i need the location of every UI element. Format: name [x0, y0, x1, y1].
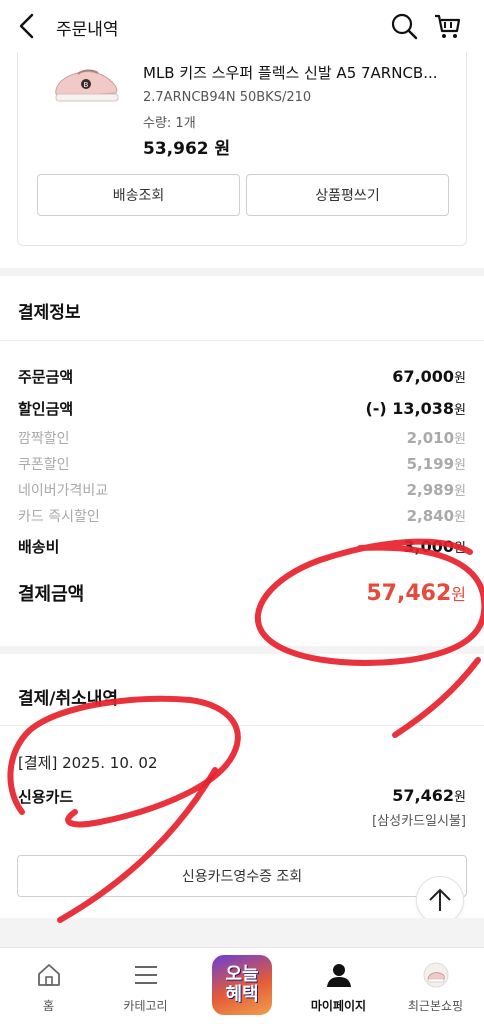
discount-subitem-row: 네이버가격비교 2,989원	[18, 480, 466, 500]
product-quantity: 수량: 1개	[143, 116, 196, 131]
nav-home[interactable]: 홈	[0, 948, 97, 1024]
tracking-button[interactable]: 배송조회	[37, 174, 240, 216]
total-label: 결제금액	[18, 584, 85, 605]
currency-label: 원	[454, 510, 466, 525]
currency-label: 원	[454, 432, 466, 447]
today-benefit-line1: 오늘	[225, 964, 259, 985]
discount-row: 할인금액 (-) 13,038원	[18, 398, 466, 419]
product-option: 2.7ARNCB94N 50BKS/210	[143, 90, 312, 105]
order-amount-label: 주문금액	[18, 368, 74, 386]
payment-method-row: 신용카드 57,462원	[18, 786, 466, 807]
currency-label: 원	[454, 403, 466, 418]
search-icon[interactable]	[390, 12, 418, 40]
product-card: 쉐보 B MLB 키즈 스우퍼 플렉스 신발 A5 7ARNCB... 2.7A…	[17, 34, 467, 246]
payment-history-title: 결제/취소내역	[18, 689, 119, 709]
payment-method-label: 신용카드	[18, 788, 74, 806]
arrow-up-icon	[429, 888, 451, 911]
discount-subitem-label: 네이버가격비교	[18, 483, 109, 499]
shipping-value: 3,000	[403, 537, 455, 556]
payment-date: [결제] 2025. 10. 02	[18, 754, 158, 772]
discount-subitem-value: 5,199	[406, 455, 455, 473]
discount-subitem-row: 쿠폰할인 5,199원	[18, 454, 466, 474]
discount-subitem-row: 카드 즉시할인 2,840원	[18, 506, 466, 526]
product-name[interactable]: MLB 키즈 스우퍼 플렉스 신발 A5 7ARNCB...	[143, 62, 453, 83]
section-divider	[0, 918, 484, 947]
scroll-to-top-button[interactable]	[416, 876, 464, 924]
discount-subitem-row: 깜짝할인 2,010원	[18, 428, 466, 448]
discount-subitem-value: 2,989	[406, 481, 455, 499]
nav-mypage[interactable]: 마이페이지	[290, 948, 387, 1024]
svg-text:B: B	[84, 81, 89, 89]
discount-subitem-label: 카드 즉시할인	[18, 509, 100, 525]
today-benefit-line2: 혜택	[225, 984, 259, 1005]
nav-mypage-label: 마이페이지	[310, 999, 367, 1013]
write-review-button[interactable]: 상품평쓰기	[246, 174, 449, 216]
discount-subitem-label: 쿠폰할인	[18, 457, 70, 473]
currency-label: 원	[451, 585, 466, 604]
card-detail: [삼성카드일시불]	[372, 814, 466, 829]
total-value: 57,462	[366, 581, 452, 606]
discount-label: 할인금액	[18, 400, 74, 418]
back-chevron-icon[interactable]	[14, 12, 42, 40]
payment-info-title: 결제정보	[18, 303, 81, 323]
nav-recent-label: 최근본쇼핑	[407, 999, 464, 1013]
order-amount-row: 주문금액 67,000원	[18, 366, 466, 387]
today-benefit-button[interactable]: 오늘 혜택	[212, 955, 272, 1015]
discount-subitem-value: 2,010	[406, 429, 455, 447]
cart-icon[interactable]	[434, 12, 462, 40]
home-icon	[37, 964, 60, 986]
currency-label: 원	[454, 790, 466, 805]
divider	[0, 725, 484, 726]
nav-category-label: 카테고리	[123, 999, 168, 1013]
nav-recent[interactable]: 최근본쇼핑	[387, 948, 484, 1024]
nav-home-label: 홈	[42, 999, 55, 1013]
product-price: 53,962 원	[143, 139, 231, 159]
section-divider	[0, 646, 484, 654]
discount-subitem-value: 2,840	[406, 507, 455, 525]
shipping-row: 배송비 3,000원	[18, 536, 466, 557]
product-thumbnail[interactable]: B	[52, 60, 122, 106]
currency-label: 원	[454, 541, 466, 556]
order-amount-value: 67,000	[392, 367, 455, 386]
person-icon	[326, 964, 351, 987]
total-row: 결제금액 57,462원	[18, 580, 466, 606]
page-title: 주문내역	[56, 20, 119, 40]
divider	[0, 340, 484, 341]
currency-label: 원	[454, 484, 466, 499]
discount-subitem-label: 깜짝할인	[18, 431, 70, 447]
currency-label: 원	[454, 371, 466, 386]
section-divider	[0, 268, 484, 276]
recent-product-thumbnail	[423, 962, 448, 988]
nav-category[interactable]: 카테고리	[97, 948, 194, 1024]
currency-label: 원	[454, 458, 466, 473]
payment-amount: 57,462	[392, 786, 455, 805]
shipping-label: 배송비	[18, 538, 60, 556]
discount-value: (-) 13,038	[365, 399, 455, 418]
card-receipt-button[interactable]: 신용카드영수증 조회	[17, 855, 467, 897]
menu-icon	[134, 966, 157, 984]
top-header: 주문내역	[0, 0, 484, 52]
